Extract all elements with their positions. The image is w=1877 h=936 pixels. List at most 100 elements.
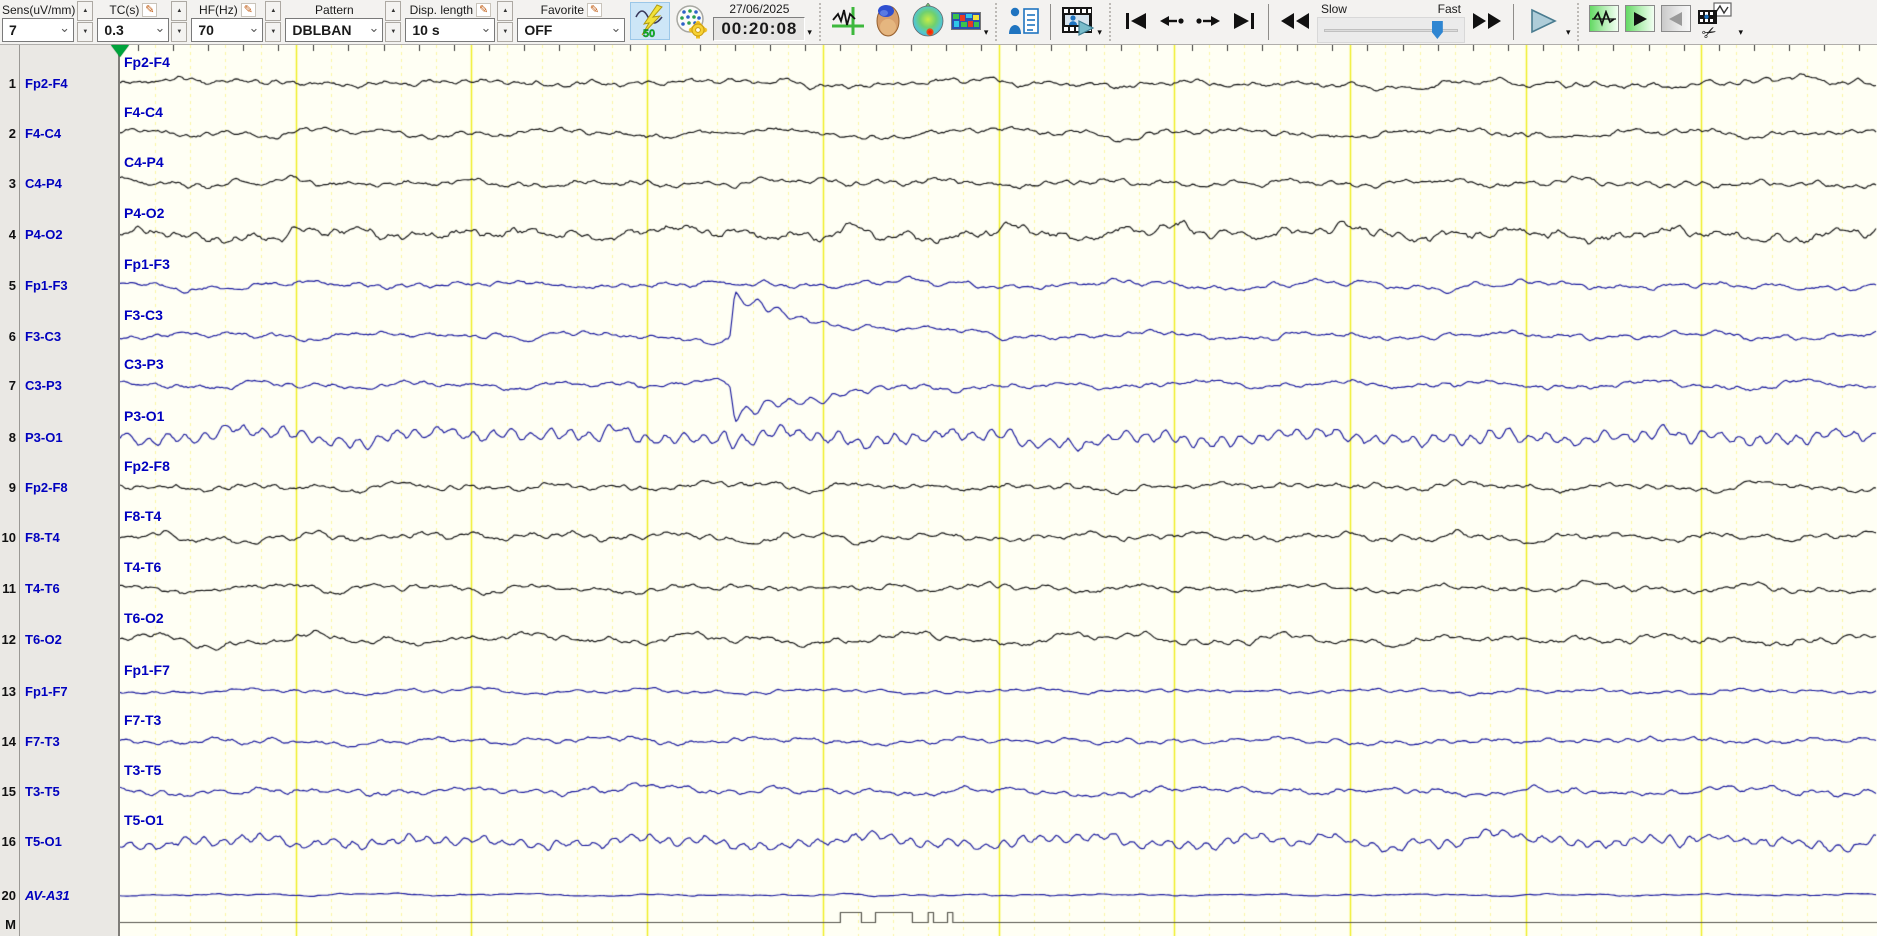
favorite-combobox[interactable]: OFF ⌄ xyxy=(517,18,626,42)
sensitivity-value: 7 xyxy=(9,22,17,38)
favorite-value: OFF xyxy=(524,22,553,38)
high-filter-up-button[interactable]: ▲ xyxy=(265,1,282,21)
play-dropdown-button[interactable]: ▾ xyxy=(1566,27,1571,38)
channel-row[interactable]: 2 F4-C4 xyxy=(0,123,118,143)
spectrogram-icon xyxy=(950,12,981,30)
step-back-button[interactable] xyxy=(1155,2,1189,40)
review-back-button[interactable] xyxy=(1661,5,1692,32)
channel-row[interactable]: 4 P4-O2 xyxy=(0,224,118,244)
clip-export-button[interactable]: ✂ xyxy=(1695,2,1737,40)
channel-row[interactable]: 9 Fp2-F8 xyxy=(0,477,118,497)
channel-sidebar: 1 Fp2-F4 2 F4-C4 3 C4-P4 4 P4-O2 5 Fp1-F3 6 F3-C3 7 C… xyxy=(0,45,120,936)
channel-row[interactable]: 20 AV-A31 xyxy=(0,885,118,905)
time-constant-label: TC(s) xyxy=(109,2,140,17)
channel-row[interactable]: 16 T5-O1 xyxy=(0,831,118,851)
video-button[interactable] xyxy=(1058,2,1096,40)
notch-filter-button[interactable]: 50 xyxy=(630,2,671,40)
pattern-up-button[interactable]: ▲ xyxy=(385,1,402,21)
step-back-icon xyxy=(1158,11,1186,31)
event-marker-button[interactable] xyxy=(829,2,867,40)
brain-map-3d-button[interactable] xyxy=(869,2,907,40)
sensitivity-down-button[interactable]: ▼ xyxy=(77,22,94,42)
datetime-dropdown-button[interactable]: ▾ xyxy=(807,27,812,38)
fast-forward-button[interactable] xyxy=(1468,2,1506,40)
channel-row[interactable]: 11 T4-T6 xyxy=(0,578,118,598)
edit-pencil-icon[interactable]: ✎ xyxy=(142,2,158,17)
edit-pencil-icon[interactable]: ✎ xyxy=(240,2,256,17)
review-forward-button[interactable] xyxy=(1625,5,1656,32)
channel-row[interactable]: 8 P3-O1 xyxy=(0,427,118,447)
clip-scissors-icon: ✂ xyxy=(1696,2,1736,40)
jump-to-start-button[interactable] xyxy=(1119,2,1153,40)
montage-settings-button[interactable] xyxy=(672,2,710,40)
channel-row[interactable]: M xyxy=(0,914,118,934)
channel-number: 7 xyxy=(8,377,16,393)
high-filter-down-button[interactable]: ▼ xyxy=(265,22,282,42)
pattern-combobox[interactable]: DBLBAN ⌄ xyxy=(285,18,384,42)
display-length-combobox[interactable]: 10 s ⌄ xyxy=(405,18,496,42)
channel-label: Fp2-F4 xyxy=(25,75,68,91)
datetime-display: 27/06/2025 00:20:08 xyxy=(713,1,806,41)
channel-label: T3-T5 xyxy=(25,783,60,799)
channel-label: P3-O1 xyxy=(25,429,63,445)
channel-row[interactable]: 3 C4-P4 xyxy=(0,173,118,193)
channel-row[interactable]: 14 F7-T3 xyxy=(0,731,118,751)
channel-number: M xyxy=(5,916,16,932)
sensitivity-up-button[interactable]: ▲ xyxy=(77,1,94,21)
time-constant-value: 0.3 xyxy=(104,22,124,38)
sensitivity-stepper: ▲ ▼ xyxy=(77,1,94,42)
patient-report-button[interactable] xyxy=(1005,2,1043,40)
speed-slider[interactable]: Slow Fast xyxy=(1316,2,1465,43)
sensitivity-label: Sens(uV/mm) xyxy=(2,2,76,17)
speed-slow-label: Slow xyxy=(1320,2,1347,16)
channel-row[interactable]: 10 F8-T4 xyxy=(0,527,118,547)
sensitivity-combobox[interactable]: 7 ⌄ xyxy=(2,18,74,42)
channel-row[interactable]: 13 Fp1-F7 xyxy=(0,681,118,701)
channel-number: 13 xyxy=(1,683,16,699)
display-length-up-button[interactable]: ▲ xyxy=(497,1,514,21)
position-marker-icon[interactable] xyxy=(111,45,129,57)
favorite-label: Favorite xyxy=(540,2,585,17)
video-dropdown-button[interactable]: ▾ xyxy=(1097,27,1102,38)
eeg-viewer-window: Sens(uV/mm) 7 ⌄ ▲ ▼ TC(s) ✎ 0.3 ⌄ ▲ ▼ HF… xyxy=(0,0,1877,936)
edit-pencil-icon[interactable]: ✎ xyxy=(587,2,603,17)
chevron-down-icon: ⌄ xyxy=(368,20,380,35)
chevron-down-icon: ⌄ xyxy=(610,20,622,35)
high-filter-combobox[interactable]: 70 ⌄ xyxy=(191,18,264,42)
channel-row[interactable]: 7 C3-P3 xyxy=(0,375,118,395)
time-constant-up-button[interactable]: ▲ xyxy=(171,1,188,21)
channel-row[interactable]: 5 Fp1-F3 xyxy=(0,275,118,295)
pattern-down-button[interactable]: ▼ xyxy=(385,22,402,42)
channel-number: 12 xyxy=(1,631,16,647)
eeg-trace-area: Fp2-F4 F4-C4 C4-P4 P4-O2 Fp1-F3 F3-C3 C3-P3 P3-… xyxy=(111,45,1877,936)
display-length-field: Disp. length ✎ 10 s ⌄ ▲ ▼ xyxy=(405,1,514,42)
eeg-traces-canvas[interactable] xyxy=(120,45,1877,936)
topographic-map-button[interactable] xyxy=(909,2,947,40)
dsa-spectrogram-button[interactable] xyxy=(949,2,983,40)
channel-label: F4-C4 xyxy=(25,125,62,141)
speed-slider-thumb[interactable] xyxy=(1431,21,1443,39)
channel-label: T4-T6 xyxy=(25,580,60,596)
high-filter-label: HF(Hz) xyxy=(199,2,238,17)
step-forward-button[interactable] xyxy=(1191,2,1225,40)
edit-pencil-icon[interactable]: ✎ xyxy=(476,2,492,17)
speed-slider-track[interactable] xyxy=(1316,17,1465,43)
toolbar-separator xyxy=(1108,3,1113,41)
jump-to-end-button[interactable] xyxy=(1227,2,1261,40)
review-waveform-button[interactable] xyxy=(1589,5,1620,32)
channel-row[interactable]: 6 F3-C3 xyxy=(0,326,118,346)
rewind-button[interactable] xyxy=(1276,2,1314,40)
channel-row[interactable]: 1 Fp2-F4 xyxy=(0,73,118,93)
channel-number: 14 xyxy=(1,733,16,749)
time-constant-down-button[interactable]: ▼ xyxy=(171,22,188,42)
channel-number: 6 xyxy=(8,328,16,344)
clip-dropdown-button[interactable]: ▾ xyxy=(1738,27,1743,38)
play-button[interactable] xyxy=(1521,2,1565,40)
channel-row[interactable]: 15 T3-T5 xyxy=(0,781,118,801)
display-length-down-button[interactable]: ▼ xyxy=(497,22,514,42)
channel-row[interactable]: 12 T6-O2 xyxy=(0,629,118,649)
time-constant-combobox[interactable]: 0.3 ⌄ xyxy=(97,18,170,42)
video-clip-icon xyxy=(1059,5,1095,37)
analysis-dropdown-button[interactable]: ▾ xyxy=(984,27,989,38)
channel-number: 2 xyxy=(8,125,16,141)
